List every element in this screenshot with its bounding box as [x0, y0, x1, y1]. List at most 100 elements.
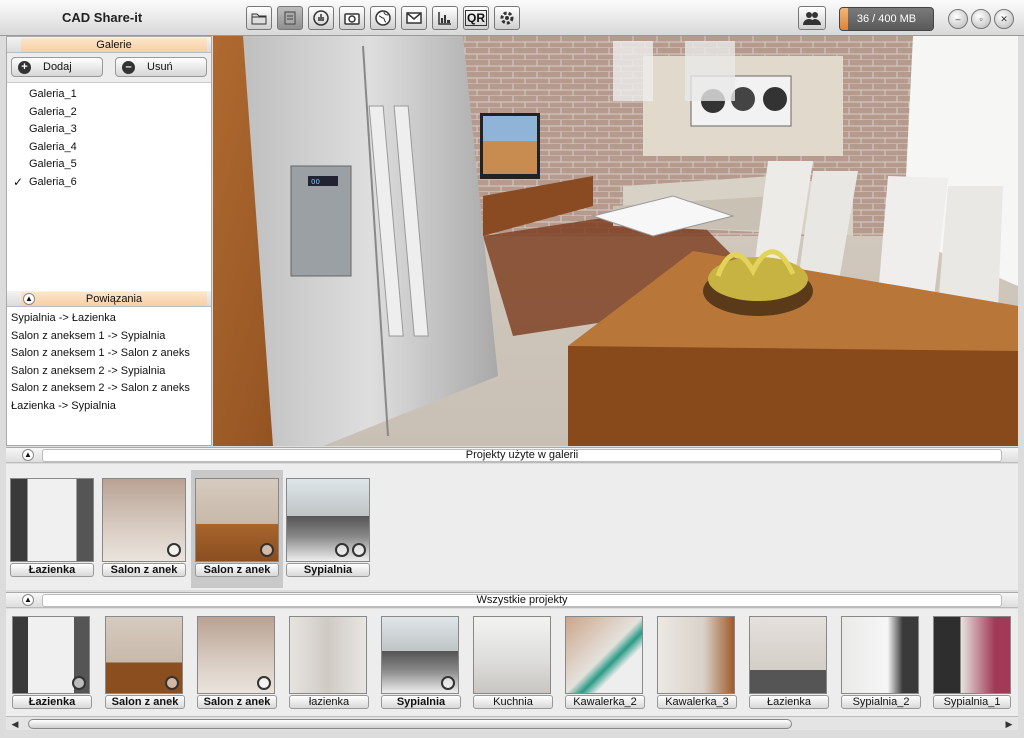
storage-indicator: 36 / 400 MB — [839, 7, 934, 31]
project-image — [197, 616, 275, 694]
photo-icon — [441, 676, 455, 690]
scroll-left-icon[interactable]: ◀ — [9, 718, 21, 730]
users-icon — [803, 12, 821, 25]
project-thumb[interactable]: Kawalerka_2 — [565, 616, 651, 709]
project-image — [473, 616, 551, 694]
minus-icon: – — [122, 60, 135, 74]
zoom-icon — [260, 543, 274, 557]
horizontal-scrollbar[interactable]: ◀ ▶ — [6, 716, 1018, 730]
project-image — [102, 478, 186, 562]
gallery-item-5[interactable]: Galeria_5 — [29, 156, 211, 174]
pan-icon — [167, 543, 181, 557]
globe-icon[interactable] — [370, 6, 396, 30]
remove-gallery-button[interactable]: – Usuń — [115, 57, 207, 77]
scrollbar-thumb[interactable] — [28, 719, 792, 729]
project-image — [749, 616, 827, 694]
storage-label: 36 / 400 MB — [856, 13, 917, 25]
project-image — [195, 478, 279, 562]
project-image — [933, 616, 1011, 694]
project-image — [381, 616, 459, 694]
relation-item[interactable]: Salon z aneksem 1 -> Sypialnia — [11, 328, 207, 346]
qr-icon[interactable]: QR — [463, 6, 489, 30]
gallery-list: Galeria_1 Galeria_2 Galeria_3 Galeria_4 … — [7, 83, 211, 291]
project-image — [565, 616, 643, 694]
relation-item[interactable]: Salon z aneksem 2 -> Sypialnia — [11, 363, 207, 381]
project-thumb[interactable]: Salon z anek — [197, 616, 283, 709]
relation-item[interactable]: Sypialnia -> Łazienka — [11, 310, 207, 328]
gallery-item-4[interactable]: Galeria_4 — [29, 139, 211, 157]
title-bar: CAD Share-it QR 36 / 400 MB – ▫ ✕ — [0, 0, 1024, 36]
collapse-all-projects-icon[interactable]: ▲ — [22, 594, 34, 606]
render-viewport[interactable]: 00 — [213, 36, 1018, 446]
galleries-title: Galerie — [21, 38, 207, 52]
gallery-projects-title: Projekty użyte w galerii — [42, 449, 1002, 462]
add-gallery-button[interactable]: + Dodaj — [11, 57, 103, 77]
plus-icon: + — [18, 60, 31, 74]
project-thumb[interactable]: Kuchnia — [473, 616, 559, 709]
project-image — [657, 616, 735, 694]
close-icon[interactable]: ✕ — [994, 9, 1014, 29]
maximize-icon[interactable]: ▫ — [971, 9, 991, 29]
touch-icon[interactable] — [308, 6, 334, 30]
gallery-item-2[interactable]: Galeria_2 — [29, 104, 211, 122]
project-thumb[interactable]: Sypialnia_1 — [933, 616, 1019, 709]
relation-item[interactable]: Salon z aneksem 1 -> Salon z aneks — [11, 345, 207, 363]
scroll-right-icon[interactable]: ▶ — [1003, 718, 1015, 730]
project-thumb[interactable]: Sypialnia_2 — [841, 616, 927, 709]
project-image — [286, 478, 370, 562]
gallery-project-thumb[interactable]: Łazienka — [10, 478, 96, 577]
relations-list: Sypialnia -> Łazienka Salon z aneksem 1 … — [7, 307, 211, 418]
qr-label: QR — [465, 10, 487, 26]
users-button[interactable] — [798, 6, 826, 30]
add-gallery-label: Dodaj — [43, 61, 72, 73]
pan-icon — [335, 543, 349, 557]
all-projects-title: Wszystkie projekty — [42, 594, 1002, 607]
galleries-header: Galerie — [7, 37, 211, 53]
relation-item[interactable]: Salon z aneksem 2 -> Salon z aneks — [11, 380, 207, 398]
relations-header: ▲ Powiązania — [7, 291, 211, 307]
gallery-item-1[interactable]: Galeria_1 — [29, 86, 211, 104]
collapse-gallery-projects-icon[interactable]: ▲ — [22, 449, 34, 461]
gallery-projects-strip: Łazienka Salon z anek Salon z anek Sypia… — [6, 464, 1018, 590]
project-thumb[interactable]: Łazienka — [749, 616, 835, 709]
all-projects-strip: Łazienka Salon z anek Salon z anek łazie… — [6, 609, 1018, 716]
gallery-item-6[interactable]: ✓ Galeria_6 — [13, 174, 211, 192]
rotate-icon — [352, 543, 366, 557]
project-image — [841, 616, 919, 694]
checkmark-icon: ✓ — [13, 174, 24, 189]
gallery-item-3[interactable]: Galeria_3 — [29, 121, 211, 139]
collapse-relations-icon[interactable]: ▲ — [23, 293, 35, 305]
gallery-actions: + Dodaj – Usuń — [7, 53, 211, 83]
toolbar: QR — [246, 6, 520, 30]
remove-gallery-label: Usuń — [147, 61, 173, 73]
document-icon[interactable] — [277, 6, 303, 30]
photo-icon — [165, 676, 179, 690]
project-image — [10, 478, 94, 562]
gallery-project-thumb-selected[interactable]: Salon z anek — [191, 470, 283, 588]
project-thumb[interactable]: łazienka — [289, 616, 375, 709]
relations-title: Powiązania — [21, 292, 207, 306]
photo-icon — [257, 676, 271, 690]
folder-icon[interactable] — [246, 6, 272, 30]
project-thumb[interactable]: Sypialnia — [381, 616, 467, 709]
mail-icon[interactable] — [401, 6, 427, 30]
chart-icon[interactable] — [432, 6, 458, 30]
all-projects-header: ▲ Wszystkie projekty — [6, 592, 1018, 608]
relation-item[interactable]: Łazienka -> Sypialnia — [11, 398, 207, 416]
gallery-project-thumb[interactable]: Sypialnia — [286, 478, 372, 577]
left-panel: Galerie + Dodaj – Usuń Galeria_1 Galeria… — [6, 36, 212, 446]
svg-text:00: 00 — [311, 178, 320, 186]
minimize-icon[interactable]: – — [948, 9, 968, 29]
project-thumb[interactable]: Salon z anek — [105, 616, 191, 709]
interior-render: 00 — [213, 36, 1018, 446]
window-controls: – ▫ ✕ — [948, 9, 1014, 29]
gear-icon[interactable] — [494, 6, 520, 30]
project-image — [12, 616, 90, 694]
gallery-project-thumb[interactable]: Salon z anek — [102, 478, 188, 577]
project-image — [105, 616, 183, 694]
gallery-projects-header: ▲ Projekty użyte w galerii — [6, 447, 1018, 463]
app-title: CAD Share-it — [62, 10, 143, 25]
camera-icon[interactable] — [339, 6, 365, 30]
project-thumb[interactable]: Kawalerka_3 — [657, 616, 743, 709]
project-thumb[interactable]: Łazienka — [12, 616, 98, 709]
